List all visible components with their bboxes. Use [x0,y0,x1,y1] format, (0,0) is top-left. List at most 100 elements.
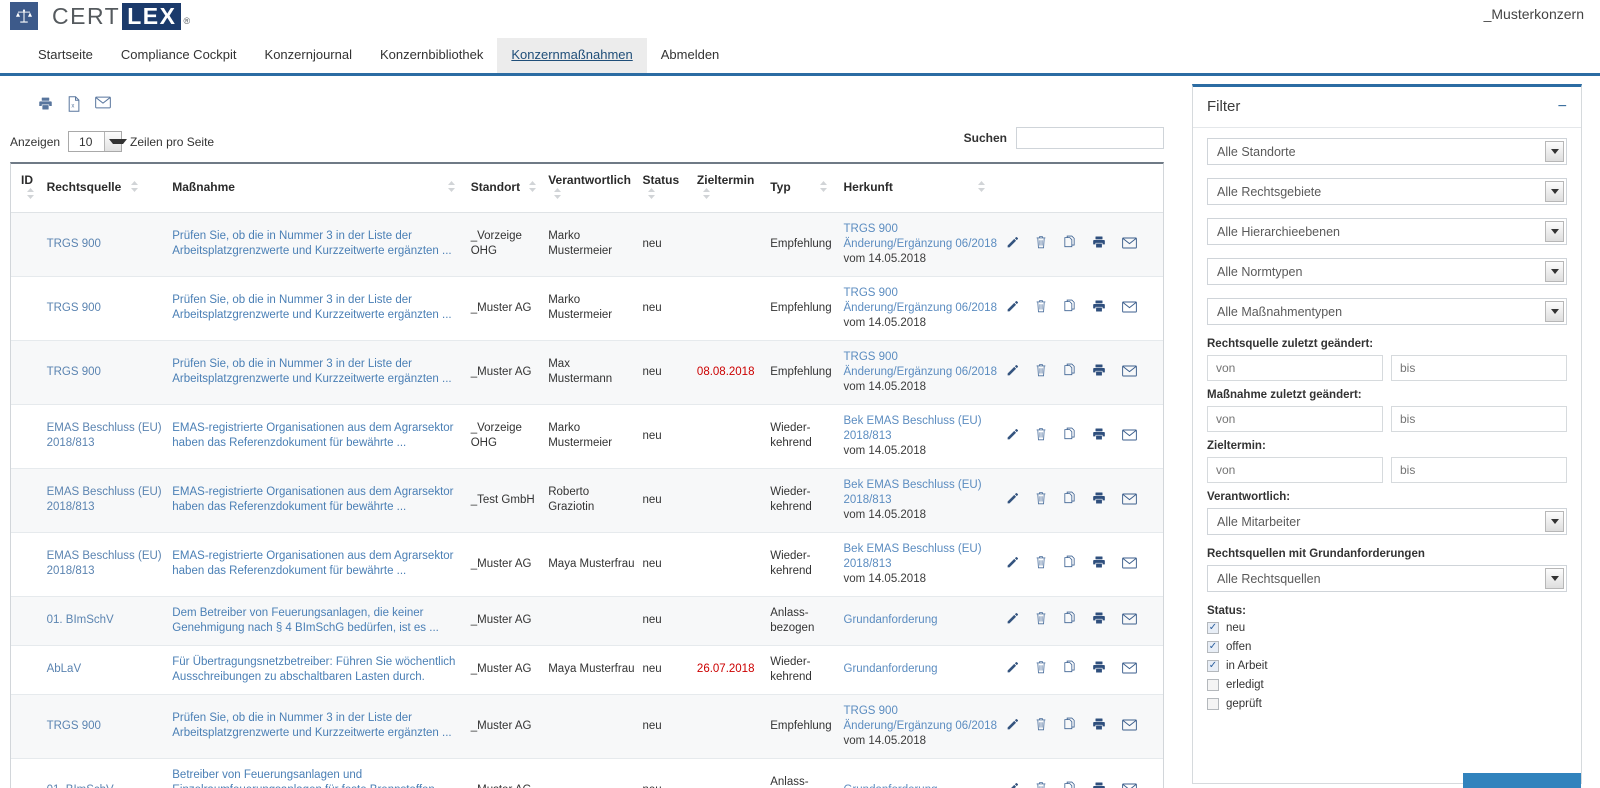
rows-per-page-select[interactable]: 10 [68,131,128,152]
filter-select-normtypen[interactable]: Alle Normtypen [1207,258,1567,285]
cell-massnahme[interactable]: Prüfen Sie, ob die in Nummer 3 in der Li… [172,694,471,759]
herkunft-link[interactable]: TRGS 900 Änderung/Ergänzung 06/2018 [844,704,1000,734]
table-row[interactable]: EMAS Beschluss (EU) 2018/813 EMAS-registr… [11,468,1163,533]
nav-item-compliance-cockpit[interactable]: Compliance Cockpit [107,38,251,73]
column-header-zieltermin[interactable]: Zieltermin [696,164,771,213]
copy-icon[interactable] [1063,491,1092,508]
status-checkbox-offen[interactable]: ✓ offen [1207,641,1567,653]
cell-massnahme[interactable]: Prüfen Sie, ob die in Nummer 3 in der Li… [172,212,471,277]
print-icon[interactable] [1092,661,1122,677]
print-icon[interactable] [1092,718,1122,734]
delete-trash-icon[interactable] [1035,236,1063,252]
filter-submit-button[interactable] [1463,773,1581,788]
excel-export-icon[interactable]: x [67,96,81,115]
edit-pencil-icon[interactable] [1006,662,1035,677]
cell-massnahme[interactable]: Für Übertragungsnetzbetreiber: Führen Si… [172,645,471,695]
email-icon[interactable] [1121,719,1153,734]
edit-pencil-icon[interactable] [1006,718,1035,734]
copy-icon[interactable] [1063,611,1092,628]
delete-trash-icon[interactable] [1035,718,1063,734]
sort-icon[interactable] [820,180,828,195]
email-icon[interactable] [1121,662,1153,677]
herkunft-link[interactable]: Grundanforderung [844,783,1000,788]
delete-trash-icon[interactable] [1035,300,1063,316]
filter-select-verantwortlich[interactable]: Alle Mitarbeiter [1207,508,1567,535]
chevron-down-icon[interactable] [1545,181,1564,202]
cell-massnahme[interactable]: Prüfen Sie, ob die in Nummer 3 in der Li… [172,340,471,405]
cell-herkunft[interactable]: Grundanforderung [843,596,1006,646]
herkunft-link[interactable]: Bek EMAS Beschluss (EU) 2018/813 [844,478,1000,508]
cell-herkunft[interactable]: TRGS 900 Änderung/Ergänzung 06/2018 vom 1… [843,212,1006,277]
column-header-typ[interactable]: Typ [770,164,844,213]
table-row[interactable]: 01. BImSchVBetreiber von Feuerungsanlage… [11,758,1163,788]
user-account-label[interactable]: _Musterkonzern [1484,6,1584,22]
copy-icon[interactable] [1063,717,1092,734]
sort-icon[interactable] [978,180,986,195]
zieltermin-von-input[interactable] [1207,457,1383,483]
cell-herkunft[interactable]: Bek EMAS Beschluss (EU) 2018/813 vom 14.0… [843,532,1006,597]
cell-massnahme[interactable]: EMAS-registrierte Organisationen aus dem… [172,404,471,469]
cell-rechtsquelle[interactable]: EMAS Beschluss (EU) 2018/813 [46,404,173,469]
sort-icon[interactable] [448,180,456,195]
herkunft-link[interactable]: Bek EMAS Beschluss (EU) 2018/813 [844,542,1000,572]
table-row[interactable]: AbLaV Für Übertragungsnetzbetreiber: Führ… [11,645,1163,695]
chevron-down-icon[interactable] [104,132,128,151]
herkunft-link[interactable]: TRGS 900 Änderung/Ergänzung 06/2018 [844,222,1000,252]
edit-pencil-icon[interactable] [1006,556,1035,572]
edit-pencil-icon[interactable] [1006,492,1035,508]
filter-select-rechtsquellen[interactable]: Alle Rechtsquellen [1207,565,1567,592]
chevron-down-icon[interactable] [1545,568,1564,589]
email-icon[interactable] [1121,613,1153,628]
rechtsquelle-bis-input[interactable] [1391,355,1567,381]
filter-select-standorte[interactable]: Alle Standorte [1207,138,1567,165]
cell-rechtsquelle[interactable]: 01. BImSchV [46,758,173,788]
table-row[interactable]: TRGS 900 Prüfen Sie, ob die in Nummer 3 i… [11,276,1163,341]
cell-herkunft[interactable]: TRGS 900 Änderung/Ergänzung 06/2018 vom 1… [843,694,1006,759]
delete-trash-icon[interactable] [1035,661,1063,677]
print-icon[interactable] [1092,428,1122,444]
checkbox-checked-icon[interactable]: ✓ [1207,660,1219,672]
column-header-standort[interactable]: Standort [470,164,549,213]
checkbox-unchecked-icon[interactable] [1207,698,1219,710]
email-icon[interactable] [1121,237,1153,252]
cell-rechtsquelle[interactable]: EMAS Beschluss (EU) 2018/813 [46,532,173,597]
cell-rechtsquelle[interactable]: 01. BImSchV [46,596,173,646]
delete-trash-icon[interactable] [1035,556,1063,572]
print-icon[interactable] [1092,612,1122,628]
filter-select-rechtsgebiete[interactable]: Alle Rechtsgebiete [1207,178,1567,205]
nav-item-konzernjournal[interactable]: Konzernjournal [251,38,366,73]
column-header-verantwortlich[interactable]: Verantwortlich [548,164,643,213]
status-checkbox-erledigt[interactable]: erledigt [1207,679,1567,691]
email-icon[interactable] [1121,301,1153,316]
email-icon[interactable] [1121,493,1153,508]
copy-icon[interactable] [1063,660,1092,677]
copy-icon[interactable] [1063,235,1092,252]
cell-massnahme[interactable]: EMAS-registrierte Organisationen aus dem… [172,468,471,533]
print-icon[interactable] [1092,364,1122,380]
column-header-rechtsquelle[interactable]: Rechtsquelle [46,164,173,213]
cell-rechtsquelle[interactable]: EMAS Beschluss (EU) 2018/813 [46,468,173,533]
sort-icon[interactable] [554,187,562,202]
column-header-id[interactable]: ID [11,164,47,213]
cell-massnahme[interactable]: Prüfen Sie, ob die in Nummer 3 in der Li… [172,276,471,341]
table-row[interactable]: TRGS 900 Prüfen Sie, ob die in Nummer 3 i… [11,340,1163,405]
table-row[interactable]: TRGS 900 Prüfen Sie, ob die in Nummer 3 i… [11,694,1163,759]
print-icon[interactable] [1092,556,1122,572]
edit-pencil-icon[interactable] [1006,613,1035,628]
cell-rechtsquelle[interactable]: TRGS 900 [46,694,173,759]
cell-rechtsquelle[interactable]: AbLaV [46,645,173,695]
herkunft-link[interactable]: Bek EMAS Beschluss (EU) 2018/813 [844,414,1000,444]
chevron-down-icon[interactable] [1545,261,1564,282]
delete-trash-icon[interactable] [1035,492,1063,508]
email-icon[interactable] [1121,429,1153,444]
table-row[interactable]: 01. BImSchV Dem Betreiber von Feuerungsan… [11,596,1163,646]
cell-herkunft[interactable]: Grundanforderung [843,645,1006,695]
column-header-massnahme[interactable]: Maßnahme [172,164,471,213]
checkbox-unchecked-icon[interactable] [1207,679,1219,691]
checkbox-checked-icon[interactable]: ✓ [1207,622,1219,634]
herkunft-link[interactable]: Grundanforderung [844,613,1000,628]
rechtsquelle-von-input[interactable] [1207,355,1383,381]
table-row[interactable]: EMAS Beschluss (EU) 2018/813 EMAS-registr… [11,532,1163,597]
cell-rechtsquelle[interactable]: TRGS 900 [46,276,173,341]
delete-trash-icon[interactable] [1035,428,1063,444]
